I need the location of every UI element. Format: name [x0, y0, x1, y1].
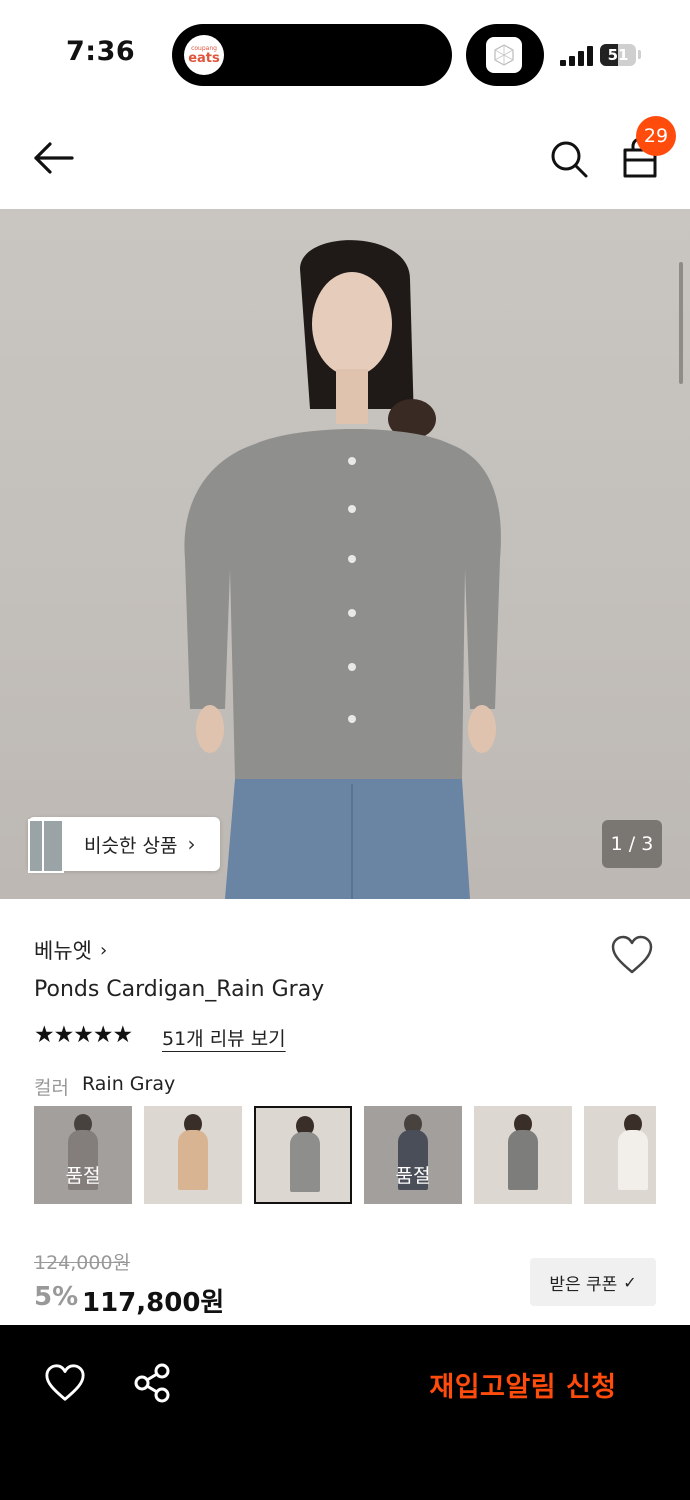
cellular-signal-icon	[560, 46, 594, 66]
rating-stars: ★★★★★	[34, 1022, 133, 1048]
chevron-right-icon: ›	[187, 832, 196, 856]
similar-products-label: 비슷한 상품	[84, 834, 178, 857]
bottom-wishlist-button[interactable]	[44, 1362, 86, 1404]
status-time: 7:36	[66, 36, 136, 67]
battery-icon: 51	[600, 44, 636, 66]
share-button[interactable]	[132, 1362, 174, 1404]
brand-name: 베뉴엣	[34, 939, 92, 963]
share-icon	[134, 1363, 170, 1403]
battery-level: 51	[607, 46, 629, 64]
back-button[interactable]	[30, 138, 78, 178]
check-icon: ✓	[623, 1272, 637, 1292]
product-photo	[184, 240, 501, 899]
coupang-eats-big-text: eats	[188, 51, 220, 66]
sale-price: 117,800원	[82, 1288, 225, 1318]
app-activity-icon	[486, 37, 522, 73]
discount-rate: 5%	[34, 1282, 79, 1312]
color-swatch[interactable]: 품절	[34, 1106, 132, 1204]
color-swatch[interactable]	[144, 1106, 242, 1204]
color-swatch-list: 품절 품절	[34, 1106, 656, 1204]
arrow-left-icon	[34, 142, 74, 174]
dynamic-island: coupang eats	[172, 24, 452, 86]
heart-icon	[611, 935, 653, 974]
color-swatch[interactable]: 품절	[364, 1106, 462, 1204]
battery-tip	[638, 50, 641, 59]
color-swatch[interactable]	[474, 1106, 572, 1204]
search-icon	[551, 141, 588, 178]
color-label: 컬러	[34, 1077, 69, 1099]
restock-alert-button[interactable]: 재입고알림 신청	[410, 1362, 636, 1406]
sold-out-label: 품절	[364, 1106, 462, 1204]
search-button[interactable]	[546, 136, 590, 180]
bottom-action-bar	[0, 1325, 690, 1500]
page-scroll-indicator	[679, 262, 683, 384]
dynamic-island-app	[466, 24, 544, 86]
color-swatch[interactable]	[584, 1106, 656, 1204]
image-page-counter: 1 / 3	[602, 820, 662, 868]
brand-link[interactable]: 베뉴엣 ›	[34, 935, 107, 965]
product-title: Ponds Cardigan_Rain Gray	[34, 977, 325, 1002]
color-swatch-selected[interactable]	[254, 1106, 352, 1204]
sold-out-label: 품절	[34, 1106, 132, 1204]
chevron-right-icon: ›	[99, 939, 108, 961]
coupon-button[interactable]: 받은 쿠폰 ✓	[530, 1258, 656, 1306]
heart-icon	[45, 1364, 85, 1401]
similar-products-button[interactable]: 비슷한 상품 ›	[28, 817, 220, 873]
review-link[interactable]: 51개 리뷰 보기	[162, 1024, 286, 1051]
coupang-eats-icon: coupang eats	[184, 35, 224, 75]
product-main-image[interactable]	[0, 209, 690, 899]
similar-products-thumbnails	[28, 817, 68, 873]
cart-count-badge: 29	[636, 116, 676, 156]
wishlist-button[interactable]	[610, 934, 654, 976]
selected-color: Rain Gray	[82, 1073, 176, 1095]
coupon-label: 받은 쿠폰	[549, 1274, 618, 1295]
original-price: 124,000원	[34, 1252, 131, 1274]
